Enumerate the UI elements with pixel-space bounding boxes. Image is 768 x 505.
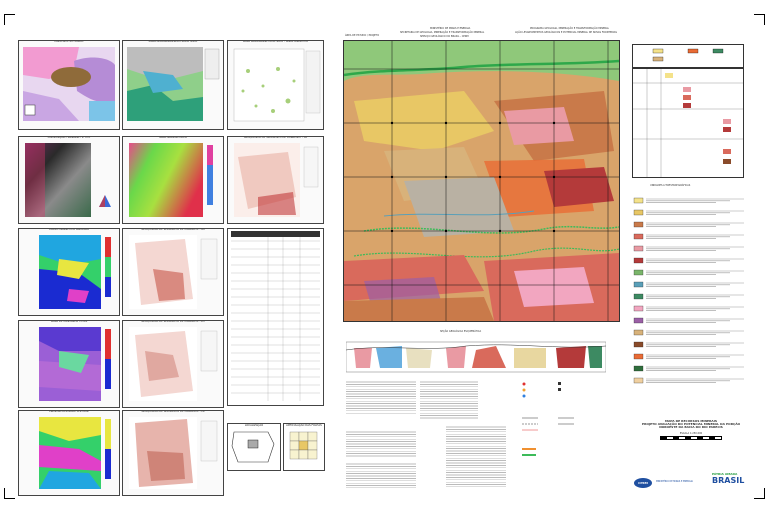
aerogamma-panel: MAPA AEROGAMAESPECTROMÉTRICO (122, 40, 224, 130)
text-block-4 (446, 425, 506, 487)
brasil-logo: PÁTRIA AMADA BRASIL (712, 473, 752, 489)
legend-swatch (633, 233, 644, 240)
cprm-logo: CPRM (634, 478, 652, 488)
legend-swatch (633, 269, 644, 276)
stratigraphic-column-svg (633, 69, 743, 177)
legend-swatch (633, 293, 644, 300)
data-table (231, 231, 320, 401)
legend-swatch (633, 341, 644, 348)
scale-text: ESCALA 1:250.000 (679, 432, 703, 435)
symbols-legend-svg (522, 382, 574, 456)
scale-bar (660, 436, 722, 440)
geochem-pb-panel: GEOQUÍMICA DE SEDIMENTO DE CORRENTE - Pb (122, 410, 224, 496)
left-title: ÁREA DE ESTUDO / PROJETO (345, 34, 380, 37)
crop-mark-br (754, 488, 765, 499)
legend-swatch (633, 329, 644, 336)
crop-mark-tl (4, 14, 15, 25)
geochem-pb-map (129, 417, 218, 489)
legend-swatch (633, 377, 644, 384)
title-block: MAPA DE RECURSOS MINERAIS PROJETO AVALIA… (632, 420, 750, 460)
unit-legend-svg (633, 197, 744, 384)
legend-swatch (633, 245, 644, 252)
geochem-zn-panel: GEOQUÍMICA DE SEDIMENTO DE CORRENTE - Zn (122, 320, 224, 408)
land-cover-map (127, 47, 220, 121)
crop-mark-tr (754, 14, 765, 25)
stratigraphic-column (632, 68, 744, 178)
ternary-panel: COMPOSIÇÃO TERNÁRIA - K Th U (18, 136, 120, 224)
legend-swatch (633, 353, 644, 360)
location-panel: LOCALIZAÇÃO (227, 423, 281, 471)
text-block-3 (420, 380, 478, 420)
legend-swatch (633, 317, 644, 324)
geochem-cu-map (234, 143, 319, 217)
geochem-au-panel: GEOQUÍMICA DE SEDIMENTO DE CORRENTE - Au (122, 228, 224, 316)
crop-mark-bl (4, 488, 15, 499)
articulation-grid (289, 431, 318, 460)
legend-swatch (633, 209, 644, 216)
geologic-map-svg (344, 41, 619, 321)
header-org-3: SERVIÇO GEOLÓGICO DO BRASIL - CPRM (420, 35, 469, 38)
legend-swatch (633, 257, 644, 264)
geologic-cross-section (346, 340, 606, 374)
location-map (231, 431, 275, 463)
tilt-map (39, 417, 111, 489)
aeromag-panel: MAPA AEROMAGNETOMÉTRICO - SINAL ANALÍTIC… (227, 40, 324, 130)
header-org-1: MINISTÉRIO DE MINAS E ENERGIA (430, 27, 471, 30)
anomaly-mag-map (39, 235, 111, 309)
brasil-text: BRASIL (712, 476, 745, 485)
ministry-logo-text: MINISTÉRIO DE MINAS E ENERGIA (656, 480, 693, 483)
legend-swatch (633, 305, 644, 312)
anomaly-mag-panel: CAMPO MAGNÉTICO ANÔMALO (18, 228, 120, 316)
header-org-2: SECRETARIA DE GEOLOGIA, MINERAÇÃO E TRAN… (400, 31, 485, 34)
signal-map (233, 48, 321, 122)
residual-map (39, 327, 111, 401)
articulation-panel: ARTICULAÇÃO DAS FOLHAS (283, 423, 325, 471)
main-geologic-map (343, 40, 620, 322)
legend-swatch (633, 281, 644, 288)
geotectonic-map-panel: MAPA GEOTECTÔNICO (18, 40, 120, 130)
text-block-5 (346, 462, 416, 488)
header-right-2: AÇÃO LEVANTAMENTOS GEOLÓGICOS E POTENCIA… (515, 31, 617, 34)
gravity-panel: MAPA GRAVIMÉTRICO (122, 136, 224, 224)
text-block-2 (346, 430, 416, 458)
symbols-legend (518, 378, 618, 488)
unit-legend (632, 194, 750, 394)
legend-swatch (633, 365, 644, 372)
header-right-1: PROGRAMA GEOLOGIA, MINERAÇÃO E TRANSFORM… (530, 27, 610, 30)
data-table-panel (227, 228, 324, 406)
right-table-1 (632, 44, 744, 68)
residual-panel: MAPA DE CONTAGEM TOTAL (18, 320, 120, 408)
cross-section-svg (346, 341, 606, 373)
legend-title: UNIDADES LITOESTRATIGRÁFICAS (650, 184, 691, 187)
section-title: SEÇÃO GEOLÓGICA ESQUEMÁTICA (440, 330, 482, 333)
legend-swatch (633, 197, 644, 204)
map-title-3: NOROESTE DA BACIA DO RIO PARECIS (659, 425, 723, 429)
ternary-map (25, 143, 111, 217)
geochem-cu-panel: GEOQUÍMICA DE SEDIMENTO DE CORRENTE - Cu (227, 136, 324, 224)
tilt-panel: PRIMEIRA DERIVADA VERTICAL (18, 410, 120, 496)
text-block-1 (346, 380, 416, 414)
geochem-au-map (129, 235, 218, 309)
geotectonic-map (23, 47, 115, 121)
legend-swatch (633, 221, 644, 228)
geochem-zn-map (129, 327, 218, 401)
gravity-map (129, 143, 213, 217)
